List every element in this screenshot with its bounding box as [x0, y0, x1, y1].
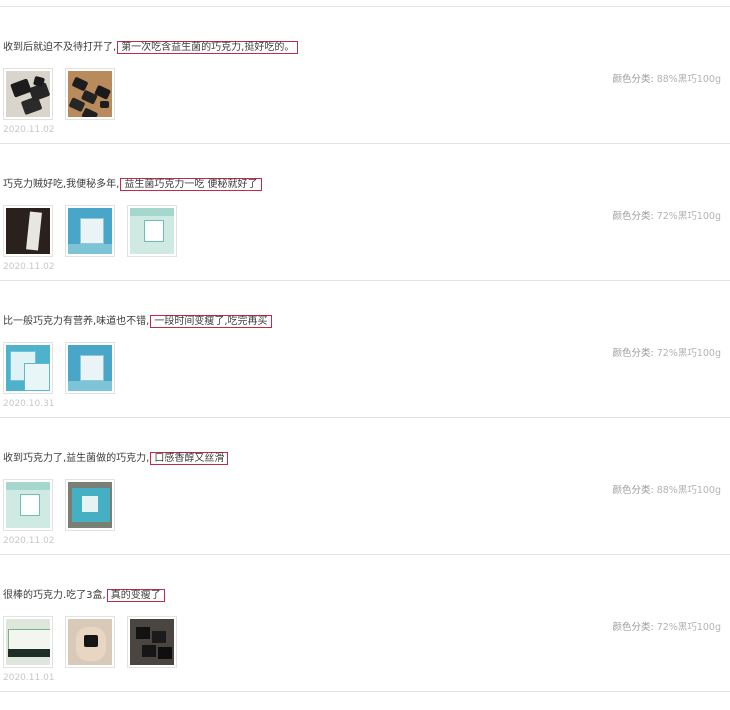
review-date: 2020.11.02: [3, 125, 55, 135]
review-text-highlight: 口感香醇又丝滑: [150, 452, 229, 465]
photo-chocolate-in-hand: [68, 619, 112, 665]
photo-product-box: [68, 345, 112, 391]
review-date: 2020.10.31: [3, 399, 55, 409]
spec-value: 88%黑巧100g: [656, 74, 721, 85]
photo-product-dark: [6, 208, 50, 254]
photo-product-box: [6, 482, 50, 528]
spec-label: 颜色分类:: [612, 348, 654, 359]
review-photo-thumbnail[interactable]: [3, 616, 53, 668]
photo-chocolate-on-wood: [68, 71, 112, 117]
review-photo-thumbnail[interactable]: [65, 205, 115, 257]
review-item: 收到后就迫不及待打开了, 第一次吃含益生菌的巧克力,挺好吃的。 2020.11.0…: [0, 7, 730, 144]
review-date: 2020.11.01: [3, 673, 55, 683]
review-photo-thumbnail[interactable]: [65, 68, 115, 120]
review-text: 收到后就迫不及待打开了, 第一次吃含益生菌的巧克力,挺好吃的。: [3, 41, 299, 55]
review-text-highlight: 第一次吃含益生菌的巧克力,挺好吃的。: [117, 41, 299, 54]
review-photos: [3, 616, 177, 668]
review-item: 巧克力贼好吃,我便秘多年, 益生菌巧克力一吃 便秘就好了 2020.11.02 颜…: [0, 144, 730, 281]
review-photos: [3, 68, 115, 120]
review-photo-thumbnail[interactable]: [65, 616, 115, 668]
photo-product-card: [6, 619, 50, 665]
review-text-plain: 收到巧克力了,益生菌做的巧克力,: [3, 453, 150, 464]
review-item: 很棒的巧克力.吃了3盒, 真的变瘦了 2020.11.01 颜色分类: 72%黑巧1…: [0, 555, 730, 692]
review-text-plain: 巧克力贼好吃,我便秘多年,: [3, 179, 120, 190]
product-spec: 颜色分类: 72%黑巧100g: [613, 345, 721, 359]
spec-value: 72%黑巧100g: [656, 348, 721, 359]
review-photo-thumbnail[interactable]: [3, 68, 53, 120]
review-date: 2020.11.02: [3, 536, 55, 546]
photo-product-box: [130, 208, 174, 254]
review-list: 收到后就迫不及待打开了, 第一次吃含益生菌的巧克力,挺好吃的。 2020.11.0…: [0, 7, 730, 692]
review-photos: [3, 479, 115, 531]
review-text: 比一般巧克力有营养,味道也不错, 一段时间变瘦了,吃完再买: [3, 315, 272, 329]
review-photo-thumbnail[interactable]: [127, 205, 177, 257]
spec-value: 88%黑巧100g: [656, 485, 721, 496]
spec-label: 颜色分类:: [612, 485, 654, 496]
review-text-highlight: 益生菌巧克力一吃 便秘就好了: [120, 178, 262, 191]
spec-value: 72%黑巧100g: [656, 622, 721, 633]
review-text: 很棒的巧克力.吃了3盒, 真的变瘦了: [3, 589, 165, 603]
review-text-highlight: 真的变瘦了: [106, 589, 165, 602]
product-spec: 颜色分类: 88%黑巧100g: [613, 71, 721, 85]
spec-value: 72%黑巧100g: [656, 211, 721, 222]
review-photo-thumbnail[interactable]: [65, 479, 115, 531]
product-spec: 颜色分类: 72%黑巧100g: [613, 619, 721, 633]
spec-label: 颜色分类:: [612, 211, 654, 222]
review-photo-thumbnail[interactable]: [3, 479, 53, 531]
spec-label: 颜色分类:: [612, 622, 654, 633]
review-date: 2020.11.02: [3, 262, 55, 272]
review-text: 巧克力贼好吃,我便秘多年, 益生菌巧克力一吃 便秘就好了: [3, 178, 262, 192]
review-item: 比一般巧克力有营养,味道也不错, 一段时间变瘦了,吃完再买 2020.10.31 …: [0, 281, 730, 418]
photo-product-boxes: [6, 345, 50, 391]
photo-chocolate-pieces: [6, 71, 50, 117]
review-text-plain: 比一般巧克力有营养,味道也不错,: [3, 316, 150, 327]
review-photo-thumbnail[interactable]: [127, 616, 177, 668]
review-text-plain: 收到后就迫不及待打开了,: [3, 42, 117, 53]
review-photos: [3, 205, 177, 257]
review-text: 收到巧克力了,益生菌做的巧克力, 口感香醇又丝滑: [3, 452, 229, 466]
review-text-highlight: 一段时间变瘦了,吃完再买: [150, 315, 272, 328]
product-spec: 颜色分类: 72%黑巧100g: [613, 208, 721, 222]
review-text-plain: 很棒的巧克力.吃了3盒,: [3, 590, 106, 601]
review-item: 收到巧克力了,益生菌做的巧克力, 口感香醇又丝滑 2020.11.02 颜色分类:…: [0, 418, 730, 555]
review-photo-thumbnail[interactable]: [3, 205, 53, 257]
spec-label: 颜色分类:: [612, 74, 654, 85]
photo-chocolate-pile: [130, 619, 174, 665]
photo-product-box: [68, 208, 112, 254]
review-photos: [3, 342, 115, 394]
photo-product-box-floor: [68, 482, 112, 528]
review-photo-thumbnail[interactable]: [3, 342, 53, 394]
product-spec: 颜色分类: 88%黑巧100g: [613, 482, 721, 496]
review-photo-thumbnail[interactable]: [65, 342, 115, 394]
